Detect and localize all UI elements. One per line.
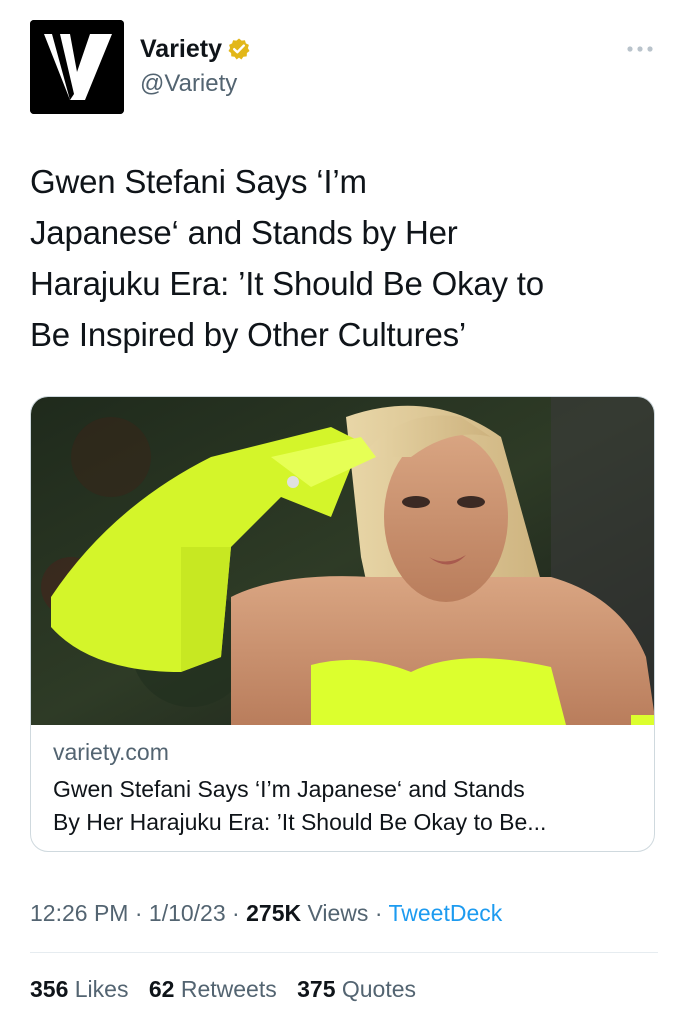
display-name-row[interactable]: Variety: [140, 34, 251, 64]
verified-badge-icon: [228, 38, 250, 60]
tweet-meta: 12:26 PM · 1/10/23 · 275K Views · TweetD…: [30, 900, 502, 927]
card-domain: variety.com: [53, 739, 169, 765]
card-image[interactable]: [31, 397, 654, 725]
photo-woman-neon-yellow-gloves-icon: [31, 397, 654, 725]
quotes-count: 375: [297, 976, 336, 1002]
more-options-icon[interactable]: [626, 44, 654, 54]
card-title-line: Gwen Stefani Says ‘I’m Japanese‘ and Sta…: [53, 776, 525, 802]
views-count: 275K: [246, 900, 302, 926]
views-label: Views: [307, 900, 369, 926]
handle[interactable]: @Variety: [140, 69, 251, 99]
retweets-stat[interactable]: 62 Retweets: [149, 976, 283, 1002]
tweet-date[interactable]: 1/10/23: [149, 900, 226, 926]
source-link[interactable]: TweetDeck: [388, 900, 502, 926]
variety-logo-icon: [30, 20, 124, 114]
avatar[interactable]: [30, 20, 124, 114]
likes-stat[interactable]: 356 Likes: [30, 976, 135, 1002]
account-names: Variety @Variety: [140, 34, 251, 99]
card-title: Gwen Stefani Says ‘I’m Japanese‘ and Sta…: [53, 773, 643, 839]
meta-separator: ·: [374, 900, 383, 926]
display-name[interactable]: Variety: [140, 34, 222, 64]
meta-separator: ·: [134, 900, 143, 926]
meta-separator: ·: [232, 900, 240, 926]
tweet-text: Gwen Stefani Says ‘I’m Japanese‘ and Sta…: [30, 156, 660, 360]
tweet-text-line: Gwen Stefani Says ‘I’m: [30, 163, 367, 200]
retweets-label: Retweets: [180, 976, 277, 1002]
quotes-label: Quotes: [341, 976, 417, 1002]
tweet-text-line: Be Inspired by Other Cultures’: [30, 316, 467, 353]
divider: [30, 952, 658, 953]
retweets-count: 62: [148, 976, 175, 1002]
tweet-header: Variety @Variety: [30, 20, 656, 114]
link-preview-card[interactable]: variety.com Gwen Stefani Says ‘I’m Japan…: [30, 396, 655, 852]
card-title-line: By Her Harajuku Era: ’It Should Be Okay …: [53, 809, 547, 835]
tweet-text-line: Harajuku Era: ’It Should Be Okay to: [30, 265, 544, 302]
engagement-stats: 356 Likes 62 Retweets 375 Quotes: [30, 976, 430, 1003]
likes-count: 356: [30, 976, 69, 1002]
tweet-time[interactable]: 12:26 PM: [30, 900, 128, 926]
quotes-stat[interactable]: 375 Quotes: [297, 976, 416, 1002]
tweet-text-line: Japanese‘ and Stands by Her: [30, 214, 458, 251]
likes-label: Likes: [74, 976, 129, 1002]
